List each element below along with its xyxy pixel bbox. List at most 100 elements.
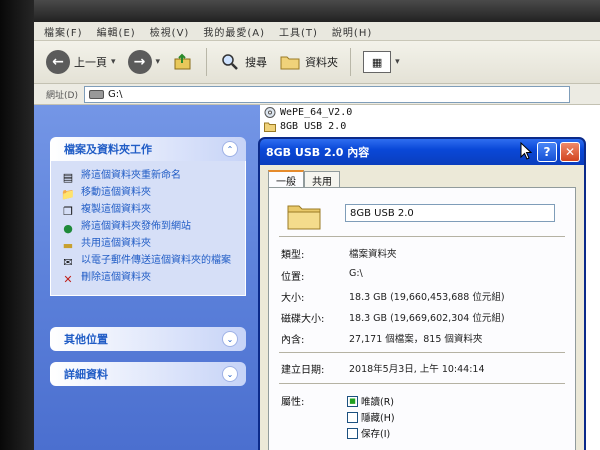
toolbar-separator	[350, 48, 352, 76]
dialog-titlebar[interactable]: 8GB USB 2.0 內容 ? ✕	[260, 139, 584, 165]
delete-icon: ✕	[63, 272, 73, 286]
back-arrow-icon: ←	[46, 50, 70, 74]
menu-tools[interactable]: 工具(T)	[279, 24, 318, 39]
created-row: 建立日期: 2018年5月3日, 上午 10:44:14	[281, 361, 571, 376]
back-button[interactable]: ← 上一頁 ▾	[42, 47, 120, 77]
forward-button[interactable]: → ▾	[124, 47, 165, 77]
menu-favorites[interactable]: 我的最愛(A)	[203, 24, 265, 39]
type-row: 類型: 檔案資料夾	[281, 246, 571, 261]
expand-icon[interactable]: ⌄	[222, 331, 238, 347]
details-panel: 詳細資料 ⌄	[50, 362, 246, 386]
file-item[interactable]: WePE_64_V2.0	[264, 107, 352, 118]
created-label: 建立日期:	[281, 365, 325, 376]
email-icon: ✉	[63, 255, 73, 269]
size-value: 18.3 GB (19,660,453,688 位元組)	[349, 292, 505, 303]
move-icon: 📁	[61, 187, 75, 201]
type-label: 類型:	[281, 250, 305, 261]
back-dropdown-icon[interactable]: ▾	[111, 57, 116, 67]
help-button[interactable]: ?	[537, 142, 557, 162]
close-button[interactable]: ✕	[560, 142, 580, 162]
views-icon: ▦	[363, 51, 392, 73]
file-item[interactable]: 8GB USB 2.0	[264, 121, 346, 132]
file-tasks-list: ▤ 將這個資料夾重新命名 📁 移動這個資料夾 ❐ 複製這個資料夾 ● 將這個資料…	[50, 161, 246, 296]
up-folder-icon	[172, 51, 194, 73]
general-tab-page: 8GB USB 2.0 類型: 檔案資料夾 位置: G:\ 大小: 18.3 G…	[268, 187, 576, 450]
divider	[279, 236, 565, 237]
type-value: 檔案資料夾	[349, 249, 397, 260]
address-label: 網址(D)	[46, 90, 78, 101]
task-label: 以電子郵件傳送這個資料夾的檔案	[81, 255, 231, 266]
checkbox-icon	[347, 427, 358, 439]
properties-dialog: 8GB USB 2.0 內容 ? ✕ 一般 共用 8GB USB 2.0 類型:	[258, 137, 586, 450]
file-tasks-title: 檔案及資料夾工作	[64, 143, 152, 156]
folders-label: 資料夾	[305, 56, 339, 69]
up-folder-button[interactable]	[168, 47, 198, 77]
task-share[interactable]: ▬ 共用這個資料夾	[61, 238, 241, 252]
address-input[interactable]: G:\	[83, 85, 570, 103]
details-header[interactable]: 詳細資料 ⌄	[50, 362, 246, 386]
tab-sharing[interactable]: 共用	[304, 171, 340, 188]
forward-dropdown-icon[interactable]: ▾	[156, 57, 161, 67]
drive-icon	[88, 89, 104, 99]
dialog-window-buttons: ? ✕	[537, 142, 580, 162]
task-label: 將這個資料夾發佈到網站	[81, 221, 191, 232]
collapse-icon[interactable]: ⌃	[222, 141, 238, 157]
checkbox-indeterminate-icon: ■	[347, 395, 358, 407]
monitor-bezel-left	[0, 0, 34, 450]
checkbox-icon	[347, 411, 358, 423]
contains-value: 27,171 個檔案，815 個資料夾	[349, 334, 483, 345]
task-delete[interactable]: ✕ 刪除這個資料夾	[61, 272, 241, 286]
location-row: 位置: G:\	[281, 268, 571, 283]
disk-size-row: 磁碟大小: 18.3 GB (19,669,602,304 位元組)	[281, 310, 571, 325]
address-value: G:\	[107, 88, 123, 100]
share-folder-icon: ▬	[62, 238, 74, 252]
archive-checkbox[interactable]: 保存(I)	[347, 426, 390, 440]
file-tasks-header[interactable]: 檔案及資料夾工作 ⌃	[50, 137, 246, 161]
toolbar-separator	[206, 48, 208, 76]
hidden-label: 隱藏(H)	[361, 413, 395, 424]
menu-view[interactable]: 檢視(V)	[150, 24, 190, 39]
disk-size-value: 18.3 GB (19,669,602,304 位元組)	[349, 313, 505, 324]
folder-name-input[interactable]: 8GB USB 2.0	[345, 204, 555, 222]
views-button[interactable]: ▦ ▾	[359, 47, 404, 77]
created-value: 2018年5月3日, 上午 10:44:14	[349, 364, 485, 375]
location-value: G:\	[349, 268, 363, 279]
back-label: 上一頁	[74, 56, 107, 69]
task-pane: 檔案及資料夾工作 ⌃ ▤ 將這個資料夾重新命名 📁 移動這個資料夾 ❐ 複製這個…	[34, 105, 260, 450]
expand-icon[interactable]: ⌄	[222, 366, 238, 382]
attributes-row: 屬性:	[281, 393, 571, 408]
toolbar: ← 上一頁 ▾ → ▾ 搜尋 資料夾 ▦ ▾	[34, 41, 600, 84]
task-email[interactable]: ✉ 以電子郵件傳送這個資料夾的檔案	[61, 255, 241, 269]
size-label: 大小:	[281, 293, 305, 304]
monitor-bezel-top	[0, 0, 600, 22]
menu-help[interactable]: 說明(H)	[332, 24, 372, 39]
folders-button[interactable]: 資料夾	[275, 47, 342, 77]
dialog-body: 一般 共用 8GB USB 2.0 類型: 檔案資料夾 位置: G:\ 大小: …	[260, 165, 584, 450]
menu-bar: 檔案(F) 編輯(E) 檢視(V) 我的最愛(A) 工具(T) 說明(H)	[34, 22, 600, 41]
task-copy[interactable]: ❐ 複製這個資料夾	[61, 204, 241, 218]
rename-icon: ▤	[62, 170, 74, 184]
task-label: 刪除這個資料夾	[81, 272, 151, 283]
readonly-checkbox[interactable]: ■ 唯讀(R)	[347, 394, 394, 408]
readonly-label: 唯讀(R)	[361, 397, 395, 408]
contains-label: 內含:	[281, 335, 305, 346]
task-publish[interactable]: ● 將這個資料夾發佈到網站	[61, 221, 241, 235]
folder-icon	[287, 205, 321, 230]
task-label: 複製這個資料夾	[81, 204, 151, 215]
archive-label: 保存(I)	[361, 429, 391, 440]
menu-edit[interactable]: 編輯(E)	[97, 24, 136, 39]
search-button[interactable]: 搜尋	[215, 47, 271, 77]
forward-arrow-icon: →	[127, 50, 152, 74]
divider	[279, 352, 565, 353]
task-rename[interactable]: ▤ 將這個資料夾重新命名	[61, 170, 241, 184]
file-name: 8GB USB 2.0	[280, 121, 347, 132]
task-move[interactable]: 📁 移動這個資料夾	[61, 187, 241, 201]
file-name: WePE_64_V2.0	[280, 107, 353, 118]
menu-file[interactable]: 檔案(F)	[44, 24, 83, 39]
hidden-checkbox[interactable]: 隱藏(H)	[347, 410, 395, 424]
views-dropdown-icon[interactable]: ▾	[395, 57, 400, 67]
size-row: 大小: 18.3 GB (19,660,453,688 位元組)	[281, 289, 571, 304]
explorer-window: 檔案(F) 編輯(E) 檢視(V) 我的最愛(A) 工具(T) 說明(H) ← …	[34, 22, 600, 450]
globe-icon: ●	[63, 221, 73, 235]
other-places-header[interactable]: 其他位置 ⌄	[50, 327, 246, 351]
